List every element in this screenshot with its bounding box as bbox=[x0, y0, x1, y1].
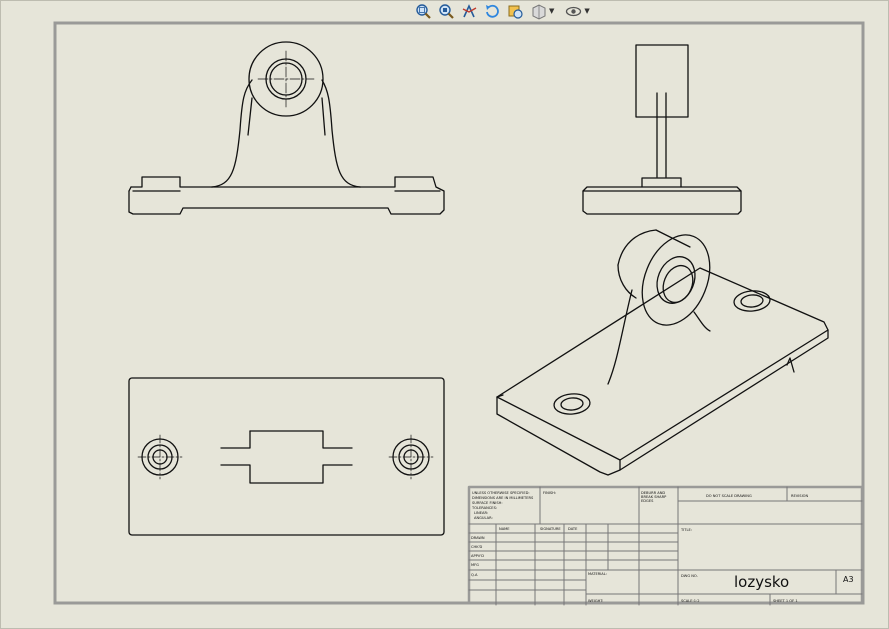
note-line: TOLERANCES: bbox=[471, 506, 497, 510]
material-label: MATERIAL: bbox=[588, 572, 607, 576]
signature-column-header: SIGNATURE bbox=[540, 527, 561, 531]
sheet-border bbox=[53, 21, 865, 605]
finish-label: FINISH: bbox=[543, 491, 556, 495]
row-label: CHK'D bbox=[471, 545, 483, 549]
drawing-sheet: UNLESS OTHERWISE SPECIFIED: DIMENSIONS A… bbox=[0, 0, 889, 629]
revision-label: REVISION bbox=[791, 494, 808, 498]
row-label: DRAWN bbox=[471, 536, 485, 540]
note-line: ANGULAR: bbox=[474, 516, 493, 520]
note-line: LINEAR: bbox=[474, 511, 488, 515]
top-view bbox=[128, 377, 445, 536]
row-label: Q.A bbox=[471, 573, 478, 577]
title-block-text: UNLESS OTHERWISE SPECIFIED: DIMENSIONS A… bbox=[471, 491, 854, 603]
weight-label: WEIGHT: bbox=[588, 599, 603, 603]
sheet-label: SHEET 1 OF 1 bbox=[773, 599, 798, 603]
part-name: lozysko bbox=[734, 573, 789, 591]
row-label: MFG bbox=[471, 563, 479, 567]
note-line: UNLESS OTHERWISE SPECIFIED: bbox=[472, 491, 530, 495]
isometric-view bbox=[496, 229, 829, 476]
scale-label: SCALE:1:2 bbox=[681, 599, 700, 603]
dwg-no-label: DWG NO. bbox=[681, 574, 698, 578]
name-column-header: NAME bbox=[499, 527, 510, 531]
title-block bbox=[467, 485, 864, 606]
front-view bbox=[128, 41, 445, 215]
title-label: TITLE: bbox=[680, 528, 692, 532]
note-line: SURFACE FINISH: bbox=[472, 501, 503, 505]
date-column-header: DATE bbox=[568, 527, 578, 531]
do-not-scale-label: DO NOT SCALE DRAWING bbox=[706, 494, 752, 498]
row-label: APPV'D bbox=[471, 554, 484, 558]
note-line: DIMENSIONS ARE IN MILLIMETERS bbox=[472, 496, 534, 500]
side-view bbox=[582, 44, 742, 215]
sheet-size: A3 bbox=[843, 575, 854, 584]
deburr-label: EDGES bbox=[641, 499, 654, 503]
